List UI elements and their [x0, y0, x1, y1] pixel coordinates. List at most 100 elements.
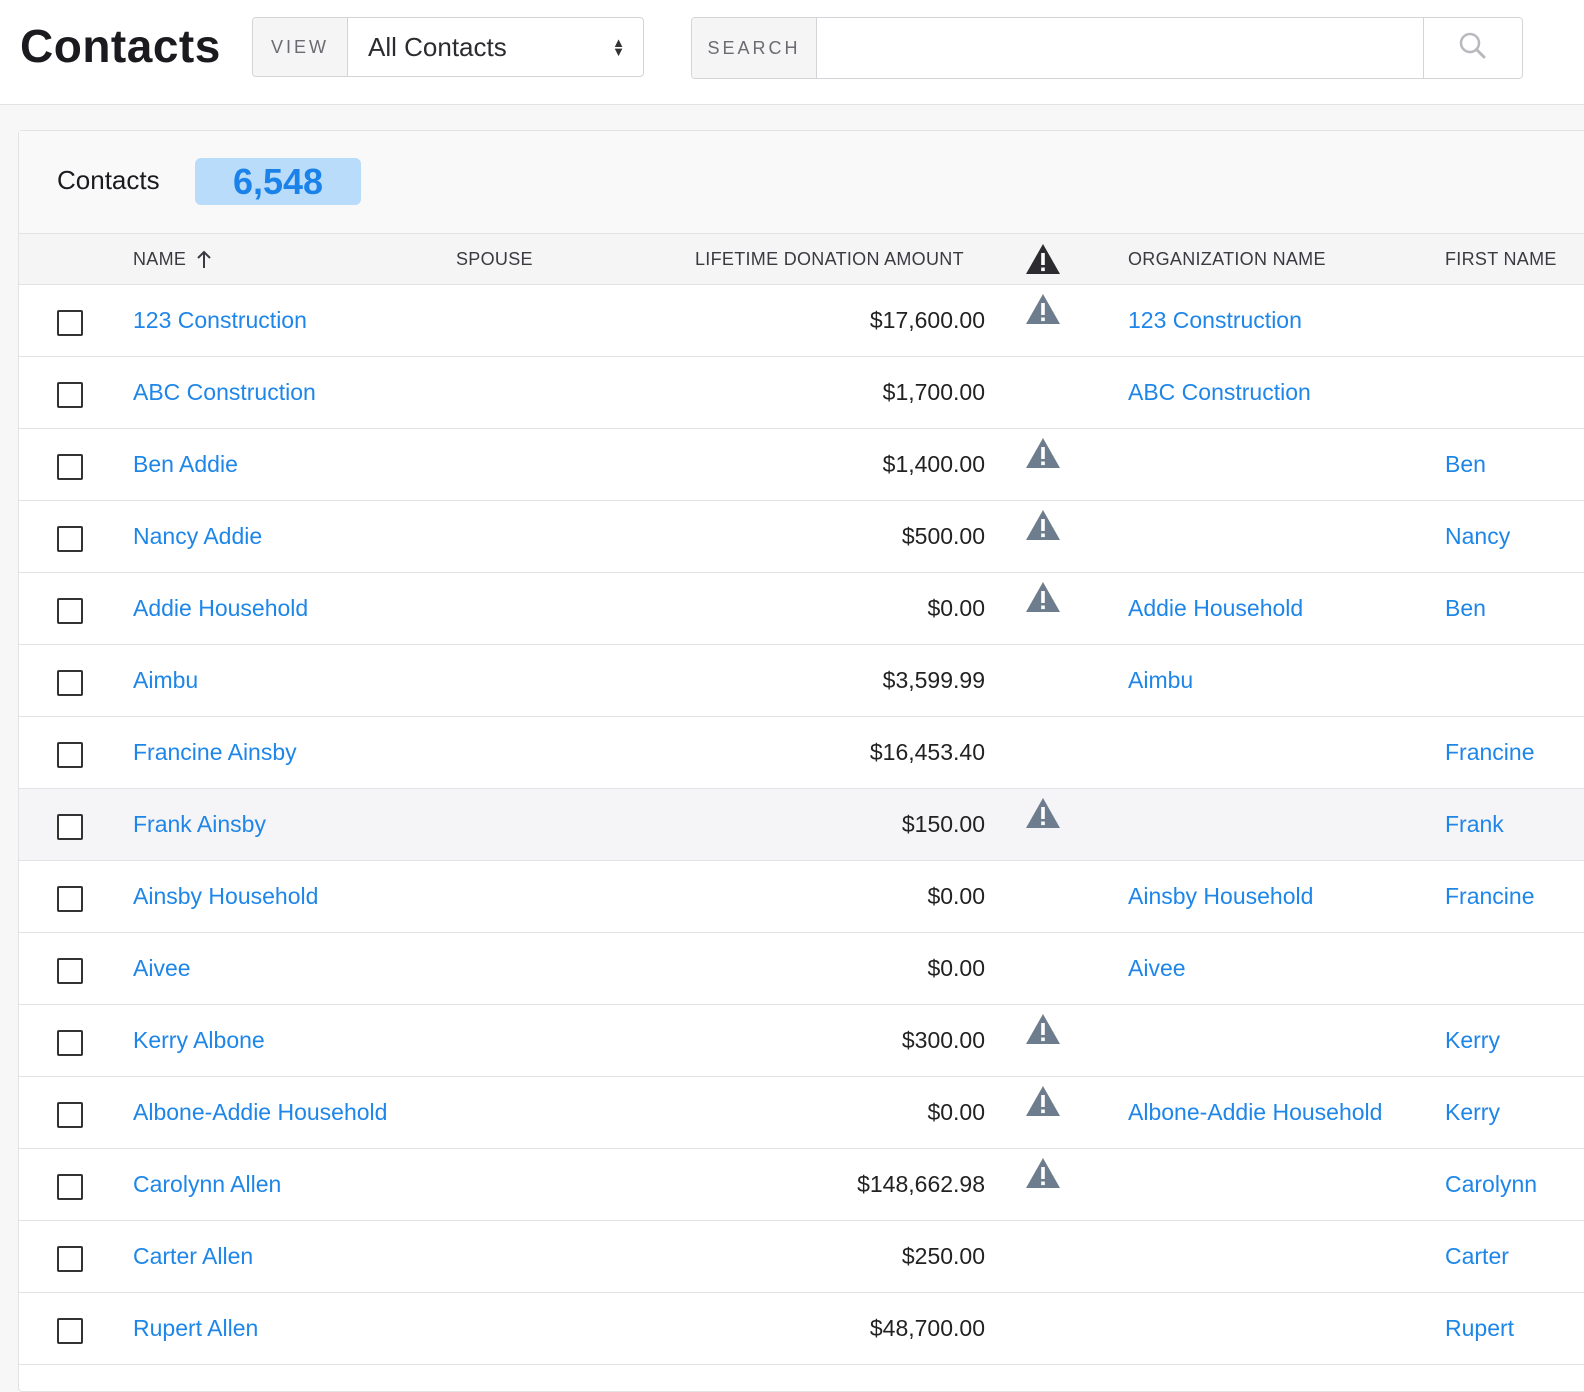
column-header-spouse[interactable]: SPOUSE — [456, 234, 533, 284]
view-select[interactable]: All Contacts ▲ ▼ — [348, 18, 643, 76]
warning-triangle-icon[interactable] — [1025, 1013, 1061, 1045]
first-name-link[interactable]: Francine — [1445, 861, 1584, 932]
search-button[interactable] — [1423, 18, 1522, 78]
warning-triangle-icon[interactable] — [1025, 293, 1061, 325]
row-checkbox[interactable] — [57, 886, 83, 912]
table-row[interactable]: Ben Addie $1,400.00 Ben — [19, 429, 1584, 501]
organization-name-link[interactable] — [1128, 1149, 1428, 1220]
first-name-link[interactable]: Carter — [1445, 1221, 1584, 1292]
contact-name-link[interactable]: Frank Ainsby — [133, 789, 433, 860]
organization-name-link[interactable]: Ainsby Household — [1128, 861, 1428, 932]
table-row[interactable]: Rupert Allen $48,700.00 Rupert — [19, 1293, 1584, 1365]
table-row[interactable]: Francine Ainsby $16,453.40 Francine — [19, 717, 1584, 789]
contact-name-link[interactable]: Ben Addie — [133, 429, 433, 500]
contact-name-link[interactable]: Rupert Allen — [133, 1293, 433, 1364]
row-checkbox[interactable] — [57, 958, 83, 984]
first-name-link[interactable]: Francine — [1445, 717, 1584, 788]
row-checkbox[interactable] — [57, 598, 83, 624]
first-name-link[interactable] — [1445, 645, 1584, 716]
spouse-cell — [456, 1077, 676, 1148]
spouse-cell — [456, 933, 676, 1004]
row-checkbox[interactable] — [57, 1030, 83, 1056]
contact-name-link[interactable]: Carolynn Allen — [133, 1149, 433, 1220]
organization-name-link[interactable] — [1128, 429, 1428, 500]
organization-name-link[interactable] — [1128, 1293, 1428, 1364]
table-row[interactable]: Aimbu $3,599.99 Aimbu — [19, 645, 1584, 717]
row-checkbox[interactable] — [57, 742, 83, 768]
panel-header: Contacts 6,548 — [19, 131, 1584, 234]
warning-triangle-icon[interactable] — [1025, 437, 1061, 469]
first-name-link[interactable] — [1445, 285, 1584, 356]
row-checkbox[interactable] — [57, 1102, 83, 1128]
column-header-warning[interactable] — [1025, 234, 1061, 284]
table-row[interactable]: Albone-Addie Household $0.00 Albone-Addie … — [19, 1077, 1584, 1149]
warning-triangle-icon[interactable] — [1025, 1085, 1061, 1117]
row-checkbox[interactable] — [57, 670, 83, 696]
first-name-link[interactable]: Carolynn — [1445, 1149, 1584, 1220]
view-select-value: All Contacts — [368, 31, 507, 62]
contact-name-link[interactable]: Carter Allen — [133, 1221, 433, 1292]
contact-name-link[interactable]: ABC Construction — [133, 357, 433, 428]
contact-name-link[interactable]: Ainsby Household — [133, 861, 433, 932]
first-name-link[interactable]: Frank — [1445, 789, 1584, 860]
column-header-organization[interactable]: ORGANIZATION NAME — [1128, 234, 1326, 284]
table-row[interactable]: Kerry Albone $300.00 Kerry — [19, 1005, 1584, 1077]
search-input[interactable] — [817, 18, 1423, 78]
warning-triangle-icon[interactable] — [1025, 797, 1061, 829]
table-row[interactable]: Frank Ainsby $150.00 Frank — [19, 789, 1584, 861]
contact-name-link[interactable]: Kerry Albone — [133, 1005, 433, 1076]
first-name-link[interactable]: Kerry — [1445, 1077, 1584, 1148]
contact-name-link[interactable]: Albone-Addie Household — [133, 1077, 433, 1148]
first-name-link[interactable]: Ben — [1445, 429, 1584, 500]
warning-triangle-icon[interactable] — [1025, 1157, 1061, 1189]
contact-name-link[interactable]: Aivee — [133, 933, 433, 1004]
row-checkbox[interactable] — [57, 382, 83, 408]
organization-name-link[interactable] — [1128, 501, 1428, 572]
contact-name-link[interactable]: 123 Construction — [133, 285, 433, 356]
contact-name-link[interactable]: Nancy Addie — [133, 501, 433, 572]
column-header-first-name[interactable]: FIRST NAME — [1445, 234, 1557, 284]
table-row[interactable]: Ainsby Household $0.00 Ainsby Household Fra… — [19, 861, 1584, 933]
organization-name-link[interactable]: Addie Household — [1128, 573, 1428, 644]
first-name-link[interactable]: Nancy — [1445, 501, 1584, 572]
first-name-link[interactable]: Kerry — [1445, 1005, 1584, 1076]
organization-name-link[interactable]: 123 Construction — [1128, 285, 1428, 356]
column-label-name: NAME — [133, 248, 187, 269]
column-header-name[interactable]: NAME — [133, 234, 212, 284]
first-name-link[interactable] — [1445, 933, 1584, 1004]
organization-name-link[interactable] — [1128, 789, 1428, 860]
warning-triangle-icon[interactable] — [1025, 509, 1061, 541]
organization-name-link[interactable] — [1128, 1221, 1428, 1292]
organization-name-link[interactable] — [1128, 717, 1428, 788]
row-checkbox[interactable] — [57, 1174, 83, 1200]
organization-name-link[interactable]: ABC Construction — [1128, 357, 1428, 428]
row-checkbox[interactable] — [57, 454, 83, 480]
contacts-panel: Contacts 6,548 NAME SPOUSE LIFETIME DONA… — [18, 130, 1584, 1392]
contact-name-link[interactable]: Francine Ainsby — [133, 717, 433, 788]
table-header: NAME SPOUSE LIFETIME DONATION AMOUNT ORG… — [19, 234, 1584, 285]
organization-name-link[interactable]: Aimbu — [1128, 645, 1428, 716]
table-row[interactable]: Nancy Addie $500.00 Nancy — [19, 501, 1584, 573]
organization-name-link[interactable]: Albone-Addie Household — [1128, 1077, 1428, 1148]
view-selector[interactable]: VIEW All Contacts ▲ ▼ — [252, 17, 644, 77]
first-name-link[interactable] — [1445, 357, 1584, 428]
table-row[interactable]: Carolynn Allen $148,662.98 Carolynn — [19, 1149, 1584, 1221]
table-row[interactable]: Aivee $0.00 Aivee — [19, 933, 1584, 1005]
warning-triangle-icon[interactable] — [1025, 581, 1061, 613]
table-row[interactable]: Carter Allen $250.00 Carter — [19, 1221, 1584, 1293]
organization-name-link[interactable] — [1128, 1005, 1428, 1076]
column-header-lifetime-donation[interactable]: LIFETIME DONATION AMOUNT — [695, 234, 964, 284]
table-row[interactable]: 123 Construction $17,600.00 123 Constructi… — [19, 285, 1584, 357]
row-checkbox[interactable] — [57, 1318, 83, 1344]
table-row[interactable]: ABC Construction $1,700.00 ABC Constructio… — [19, 357, 1584, 429]
row-checkbox[interactable] — [57, 526, 83, 552]
first-name-link[interactable]: Ben — [1445, 573, 1584, 644]
contact-name-link[interactable]: Addie Household — [133, 573, 433, 644]
row-checkbox[interactable] — [57, 310, 83, 336]
first-name-link[interactable]: Rupert — [1445, 1293, 1584, 1364]
row-checkbox[interactable] — [57, 814, 83, 840]
row-checkbox[interactable] — [57, 1246, 83, 1272]
contact-name-link[interactable]: Aimbu — [133, 645, 433, 716]
table-row[interactable]: Addie Household $0.00 Addie Household Ben — [19, 573, 1584, 645]
organization-name-link[interactable]: Aivee — [1128, 933, 1428, 1004]
